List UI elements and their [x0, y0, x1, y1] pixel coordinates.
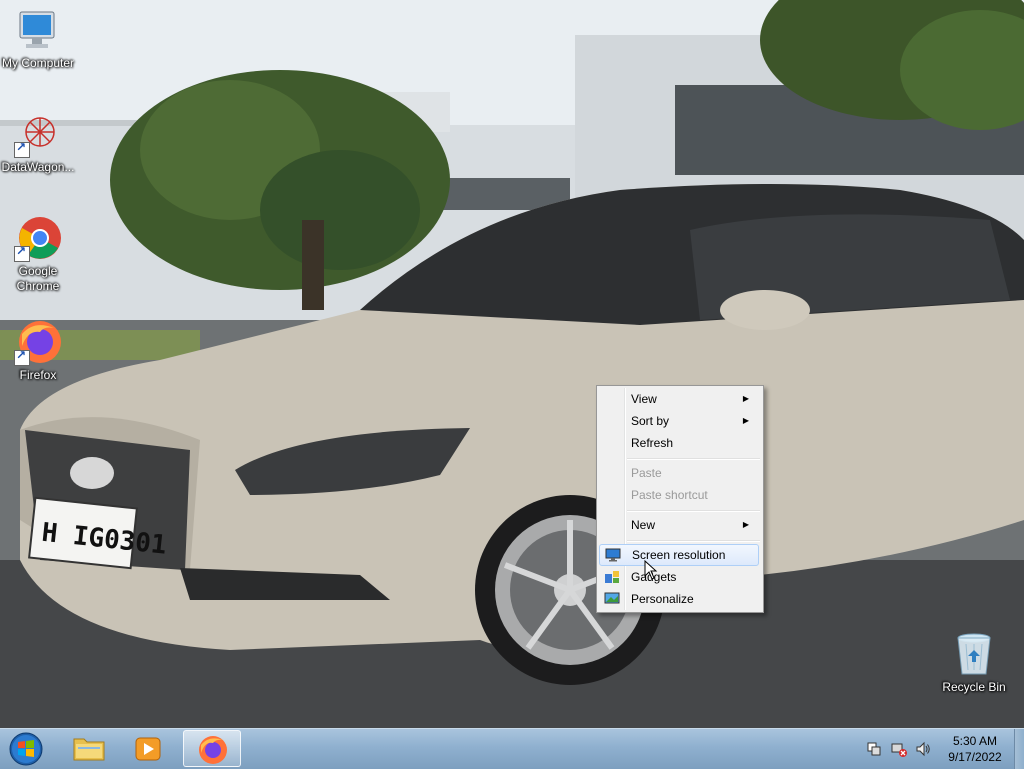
- menu-item-refresh[interactable]: Refresh: [599, 432, 759, 454]
- menu-separator: [627, 540, 760, 542]
- menu-separator: [627, 458, 760, 460]
- media-player-icon: [135, 737, 161, 761]
- taskbar-media-player[interactable]: [120, 730, 178, 767]
- shortcut-arrow-icon: [14, 244, 30, 262]
- taskbar: 5:30 AM 9/17/2022: [0, 728, 1024, 769]
- action-center-icon[interactable]: [866, 741, 882, 757]
- desktop-icon-label: DataWagon...: [1, 160, 75, 174]
- desktop-icon-firefox[interactable]: Firefox: [0, 318, 76, 383]
- menu-item-new[interactable]: New ▶: [599, 514, 759, 536]
- desktop-icon-label: My Computer: [1, 56, 75, 70]
- display-icon: [605, 548, 621, 562]
- chrome-icon: [14, 214, 62, 262]
- windows-logo-icon: [9, 732, 43, 766]
- recycle-bin-icon: [950, 630, 998, 678]
- desktop-icon-label: Recycle Bin: [942, 680, 1006, 694]
- gadgets-icon: [604, 569, 620, 583]
- desktop-icon-label: Firefox: [19, 368, 57, 382]
- wallpaper-car-scene: H IG0301: [0, 0, 1024, 728]
- personalize-icon: [604, 591, 620, 605]
- firefox-icon: [199, 736, 227, 764]
- taskbar-clock[interactable]: 5:30 AM 9/17/2022: [940, 733, 1010, 765]
- computer-icon: [14, 6, 62, 54]
- show-desktop-button[interactable]: [1014, 729, 1024, 769]
- desktop-icon-google-chrome[interactable]: Google Chrome: [0, 214, 76, 294]
- desktop-icon-recycle-bin[interactable]: Recycle Bin: [936, 630, 1012, 695]
- shortcut-arrow-icon: [14, 348, 30, 366]
- network-icon[interactable]: [891, 741, 907, 757]
- submenu-arrow-icon: ▶: [742, 520, 749, 529]
- desktop-wallpaper[interactable]: H IG0301: [0, 0, 1024, 728]
- menu-item-paste-shortcut: Paste shortcut: [631, 488, 708, 502]
- clock-date: 9/17/2022: [948, 750, 1002, 764]
- desktop-icon-my-computer[interactable]: My Computer: [0, 6, 76, 71]
- menu-item-gadgets[interactable]: Gadgets: [599, 566, 759, 588]
- menu-item-screen-resolution[interactable]: Screen resolution: [599, 544, 759, 566]
- folder-icon: [73, 738, 105, 761]
- submenu-arrow-icon: ▶: [742, 416, 749, 425]
- volume-icon[interactable]: [915, 741, 931, 757]
- menu-separator: [627, 510, 760, 512]
- desktop-icon-label: Google Chrome: [16, 264, 60, 293]
- firefox-icon: [14, 318, 62, 366]
- taskbar-windows-explorer[interactable]: [60, 730, 118, 767]
- menu-item-view[interactable]: View ▶: [599, 388, 759, 410]
- submenu-arrow-icon: ▶: [742, 394, 749, 403]
- start-button[interactable]: [4, 731, 48, 767]
- menu-item-personalize[interactable]: Personalize: [599, 588, 759, 610]
- clock-time: 5:30 AM: [952, 734, 998, 748]
- mouse-cursor-icon: [644, 560, 658, 580]
- menu-item-sort-by[interactable]: Sort by ▶: [599, 410, 759, 432]
- datawagon-icon: [14, 110, 62, 158]
- taskbar-firefox[interactable]: [183, 730, 241, 767]
- desktop-context-menu: View ▶ Sort by ▶ Refresh Paste Paste sho…: [596, 385, 764, 613]
- desktop-icon-datawagon[interactable]: DataWagon...: [0, 110, 76, 175]
- menu-item-paste: Paste: [631, 466, 662, 480]
- shortcut-arrow-icon: [14, 140, 30, 158]
